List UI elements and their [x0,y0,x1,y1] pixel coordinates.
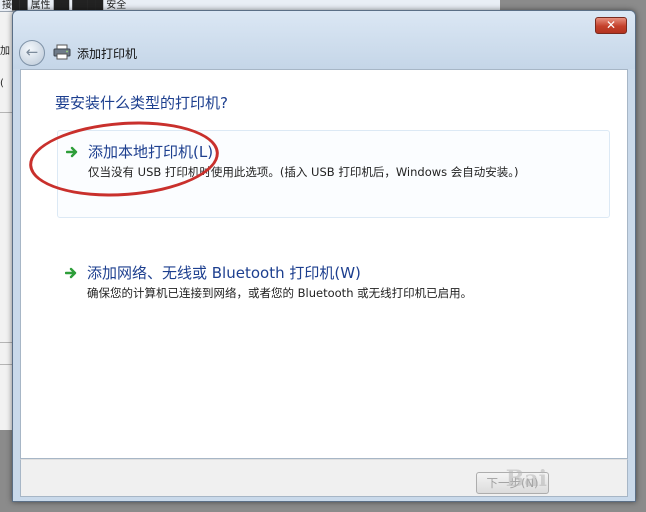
option-description: 仅当没有 USB 打印机时使用此选项。(插入 USB 打印机后，Windows … [88,165,519,179]
back-button[interactable]: ← [19,40,45,66]
back-arrow-icon: ← [25,43,39,61]
next-button[interactable]: 下一步(N) [476,472,549,494]
background-divider [0,364,12,365]
background-divider [0,112,12,113]
option-title: 添加网络、无线或 Bluetooth 打印机(W) [87,264,361,282]
green-arrow-icon [65,267,77,279]
wizard-footer: 下一步(N) Bai [20,459,628,497]
add-network-printer-option[interactable]: 添加网络、无线或 Bluetooth 打印机(W) 确保您的计算机已连接到网络，… [57,252,610,340]
add-printer-dialog: ✕ ← 添加打印机 要安装什么类型的打印机? 添加本地打印机(L) 仅当没有 U… [12,10,636,502]
close-button[interactable]: ✕ [595,17,627,34]
page-heading: 要安装什么类型的打印机? [55,94,228,112]
background-divider [0,342,12,343]
printer-icon [53,44,71,60]
option-description: 确保您的计算机已连接到网络，或者您的 Bluetooth 或无线打印机已启用。 [87,286,473,300]
background-fragment: ( [0,78,4,89]
title-bar: ✕ ← 添加打印机 [13,11,635,69]
close-icon: ✕ [605,18,617,32]
window-title: 添加打印机 [77,47,138,61]
background-fragment: 加 [0,46,10,57]
green-arrow-icon [66,146,78,158]
wizard-content: 要安装什么类型的打印机? 添加本地打印机(L) 仅当没有 USB 打印机时使用此… [20,69,628,459]
option-title: 添加本地打印机(L) [88,143,214,161]
add-local-printer-option[interactable]: 添加本地打印机(L) 仅当没有 USB 打印机时使用此选项。(插入 USB 打印… [57,130,610,218]
